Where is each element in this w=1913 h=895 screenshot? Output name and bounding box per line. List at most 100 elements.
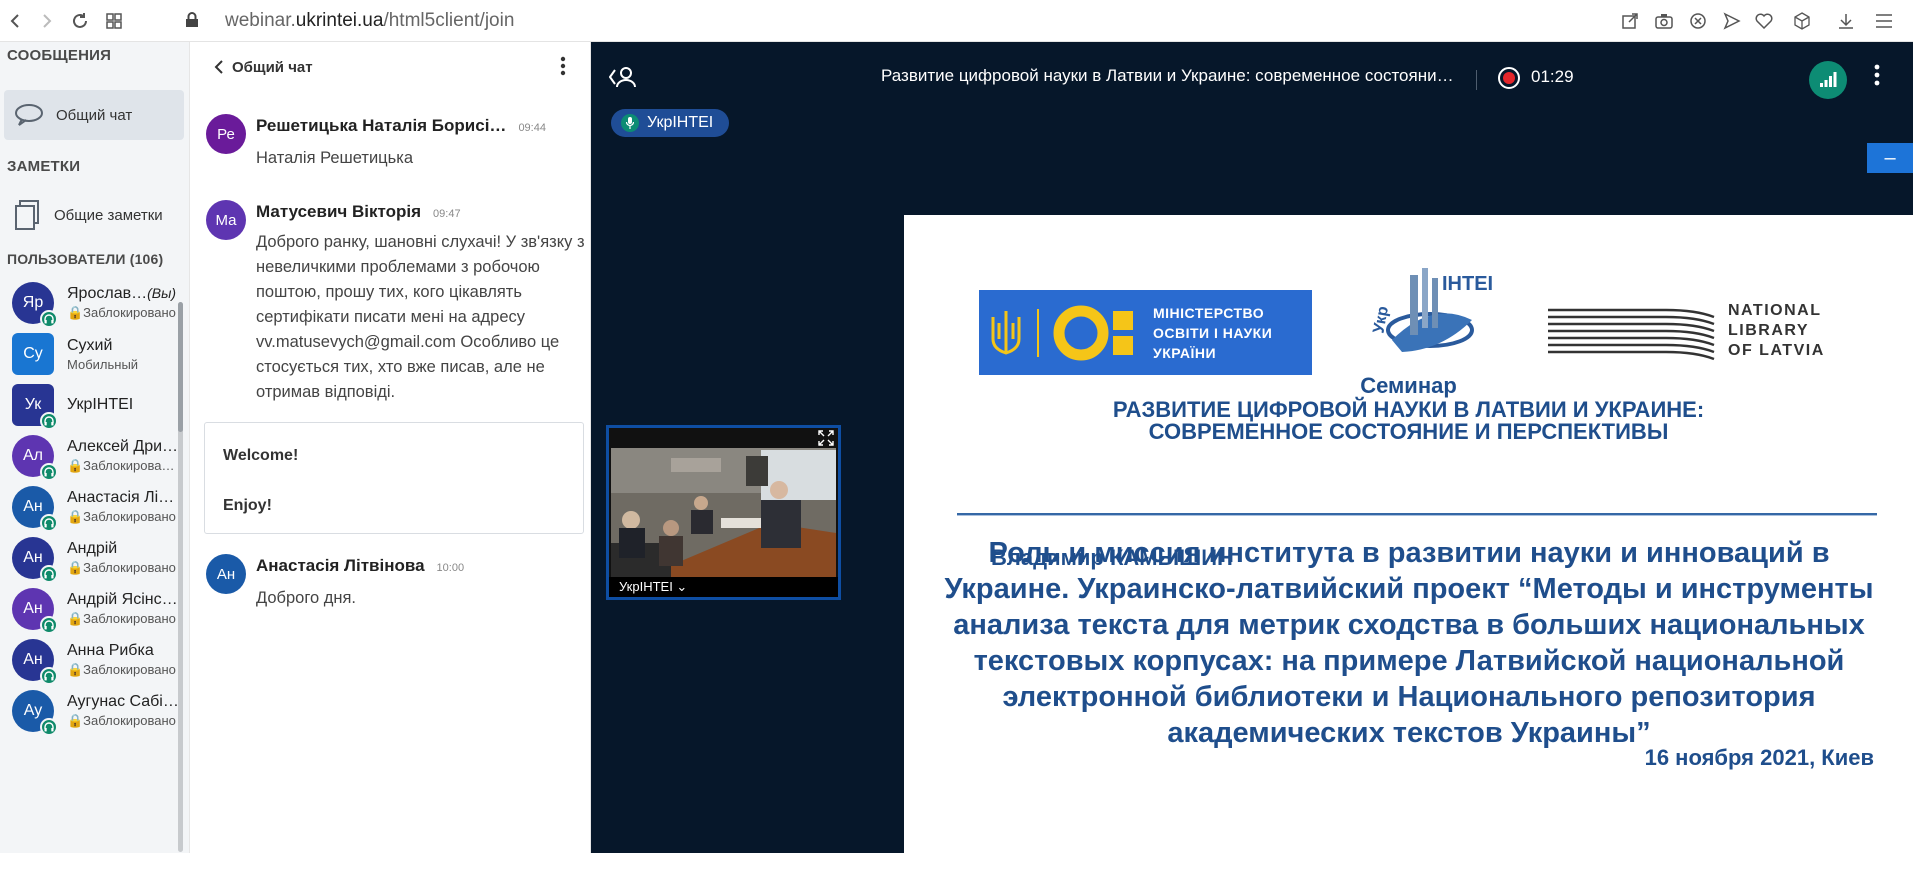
ministry-logo: МІНІСТЕРСТВО ОСВІТИ І НАУКИ УКРАЇНИ (979, 290, 1312, 375)
user-name: Сухий (67, 337, 180, 355)
notes-section-title: ЗАМЕТКИ (7, 158, 81, 175)
avatar-initials: Ан (23, 498, 43, 515)
webcam-frame (611, 448, 836, 578)
block-icon[interactable] (1688, 11, 1708, 31)
nll-logo-line: NATIONAL (1728, 302, 1822, 319)
avatar: Ан (12, 537, 58, 583)
avatar-initials: Ан (23, 600, 43, 617)
user-list-scrollbar-thumb[interactable] (178, 302, 183, 432)
avatar-initials: Су (23, 345, 43, 362)
connection-status-icon[interactable] (1809, 61, 1847, 99)
nll-wave-icon (1548, 308, 1715, 361)
seminar-title-line: СОВРЕМЕННОЕ СОСТОЯНИЕ И ПЕРСПЕКТИВЫ (1148, 419, 1669, 444)
recording-icon[interactable] (1498, 67, 1520, 89)
back-icon[interactable] (6, 11, 26, 31)
user-info: Андрій 🔒Заблокировано (67, 540, 180, 576)
ministry-logo-line: МІНІСТЕРСТВО (1153, 304, 1265, 321)
url-path: /html5client/join (383, 10, 515, 31)
avatar-initials: Ма (215, 211, 237, 229)
address-bar[interactable]: webinar.ukrintei.ua/html5client/join (225, 8, 514, 34)
user-name: УкрІНТЕІ (67, 396, 180, 414)
avatar: Яр (12, 282, 58, 328)
talker-name: УкрІНТЕІ (647, 114, 714, 131)
user-info: Аугунас Сабі… 🔒Заблокировано (67, 693, 180, 729)
chat-header: Общий чат (190, 42, 590, 92)
user-info: Алексей Дри… 🔒Заблокирован… (67, 438, 180, 474)
shared-notes-item[interactable]: Общие заметки (4, 190, 184, 240)
avatar-initials: Ре (217, 125, 235, 143)
welcome-line: Welcome! (223, 447, 299, 464)
logo-divider (1037, 308, 1039, 357)
public-chat-item[interactable]: Общий чат (4, 90, 184, 140)
options-menu-icon[interactable] (1874, 64, 1886, 86)
users-toggle-icon[interactable] (609, 66, 637, 88)
webcam-video[interactable]: УкрІНТЕІ ⌄ (606, 425, 841, 600)
welcome-line: Enjoy! (223, 497, 272, 514)
lock-icon[interactable] (182, 10, 202, 30)
webcam-user-label[interactable]: УкрІНТЕІ ⌄ (609, 577, 838, 597)
messages-section-title: СООБЩЕНИЯ (7, 47, 112, 64)
reload-icon[interactable] (70, 11, 90, 31)
tabs-grid-icon[interactable] (104, 11, 124, 31)
shared-notes-label: Общие заметки (54, 206, 163, 224)
avatar: Су (12, 333, 54, 375)
microphone-icon (621, 114, 639, 132)
user-status: 🔒Заблокировано (67, 662, 176, 677)
nll-logo-text: NATIONAL LIBRARY OF LATVIA (1728, 301, 1825, 361)
avatar-initials: Ук (24, 396, 42, 413)
avatar: Ан (12, 639, 58, 685)
message-text: Доброго дня. (256, 589, 357, 607)
minimize-presentation-button[interactable]: – (1867, 143, 1913, 173)
user-status: 🔒Заблокировано (67, 560, 176, 575)
cube-icon[interactable] (1792, 11, 1812, 31)
camera-icon[interactable] (1654, 11, 1674, 31)
divider (1476, 70, 1477, 90)
national-library-latvia-logo: NATIONAL LIBRARY OF LATVIA (1546, 302, 1846, 365)
chevron-left-icon[interactable] (214, 60, 224, 74)
avatar-initials: Ан (23, 651, 43, 668)
user-name-text: Алексей Дри… (67, 438, 179, 455)
user-name: Ярослав…(Вы) (67, 285, 180, 303)
avatar-initials: Ан (216, 565, 236, 583)
message-author: Анастасія Літвінова (256, 556, 425, 575)
url-prefix: webinar. (225, 10, 296, 31)
public-chat-panel: Общий чат Ре Решетицька Наталія Борисі… 0… (190, 42, 591, 853)
avatar-initials: Ау (23, 702, 43, 719)
user-info: Анна Рибка 🔒Заблокировано (67, 642, 180, 678)
presentation-area: Развитие цифровой науки в Латвии и Украи… (591, 42, 1913, 895)
user-list-item[interactable]: Ау Аугунас Сабі… 🔒Заблокировано (0, 680, 180, 742)
menu-icon[interactable] (1874, 11, 1894, 31)
recording-timer: 01:29 (1531, 67, 1574, 86)
download-icon[interactable] (1836, 11, 1856, 31)
user-status: 🔒Заблокировано (67, 611, 176, 626)
avatar: Ре (206, 114, 246, 154)
avatar: Ан (12, 486, 58, 532)
meeting-title: Развитие цифровой науки в Латвии и Украи… (881, 66, 1456, 85)
heart-icon[interactable] (1754, 11, 1774, 31)
users-section-title: ПОЛЬЗОВАТЕЛИ (106) (7, 251, 164, 267)
message-time: 09:47 (433, 208, 461, 220)
user-name: Алексей Дри… (67, 438, 180, 456)
seminar-label: Семинар (1360, 373, 1457, 398)
forward-icon[interactable] (36, 11, 56, 31)
user-name-text: Сухий (67, 336, 113, 354)
message-time: 09:44 (518, 122, 546, 134)
user-name-text: Андрій (67, 540, 118, 557)
send-icon[interactable] (1722, 11, 1742, 31)
slide-divider (957, 513, 1877, 516)
user-status: Мобильный (67, 356, 139, 372)
avatar: Ан (12, 588, 58, 634)
chat-title: Общий чат (232, 58, 313, 76)
slide-date: 16 ноября 2021, Киев (1644, 745, 1874, 770)
chat-options-icon[interactable] (560, 56, 566, 76)
ministry-logo-line: УКРАЇНИ (1153, 344, 1217, 361)
user-info: Анастасія Літ… 🔒Заблокировано (67, 489, 180, 525)
user-status: 🔒Заблокировано (67, 305, 176, 320)
user-name-text: Анна Рибка (67, 642, 154, 659)
share-icon[interactable] (1620, 11, 1640, 31)
fullscreen-icon[interactable] (818, 430, 834, 446)
user-name: Анастасія Літ… (67, 489, 180, 507)
avatar-initials: Яр (22, 294, 44, 311)
nll-logo-line: OF LATVIA (1728, 342, 1825, 359)
trident-icon (989, 309, 1023, 357)
